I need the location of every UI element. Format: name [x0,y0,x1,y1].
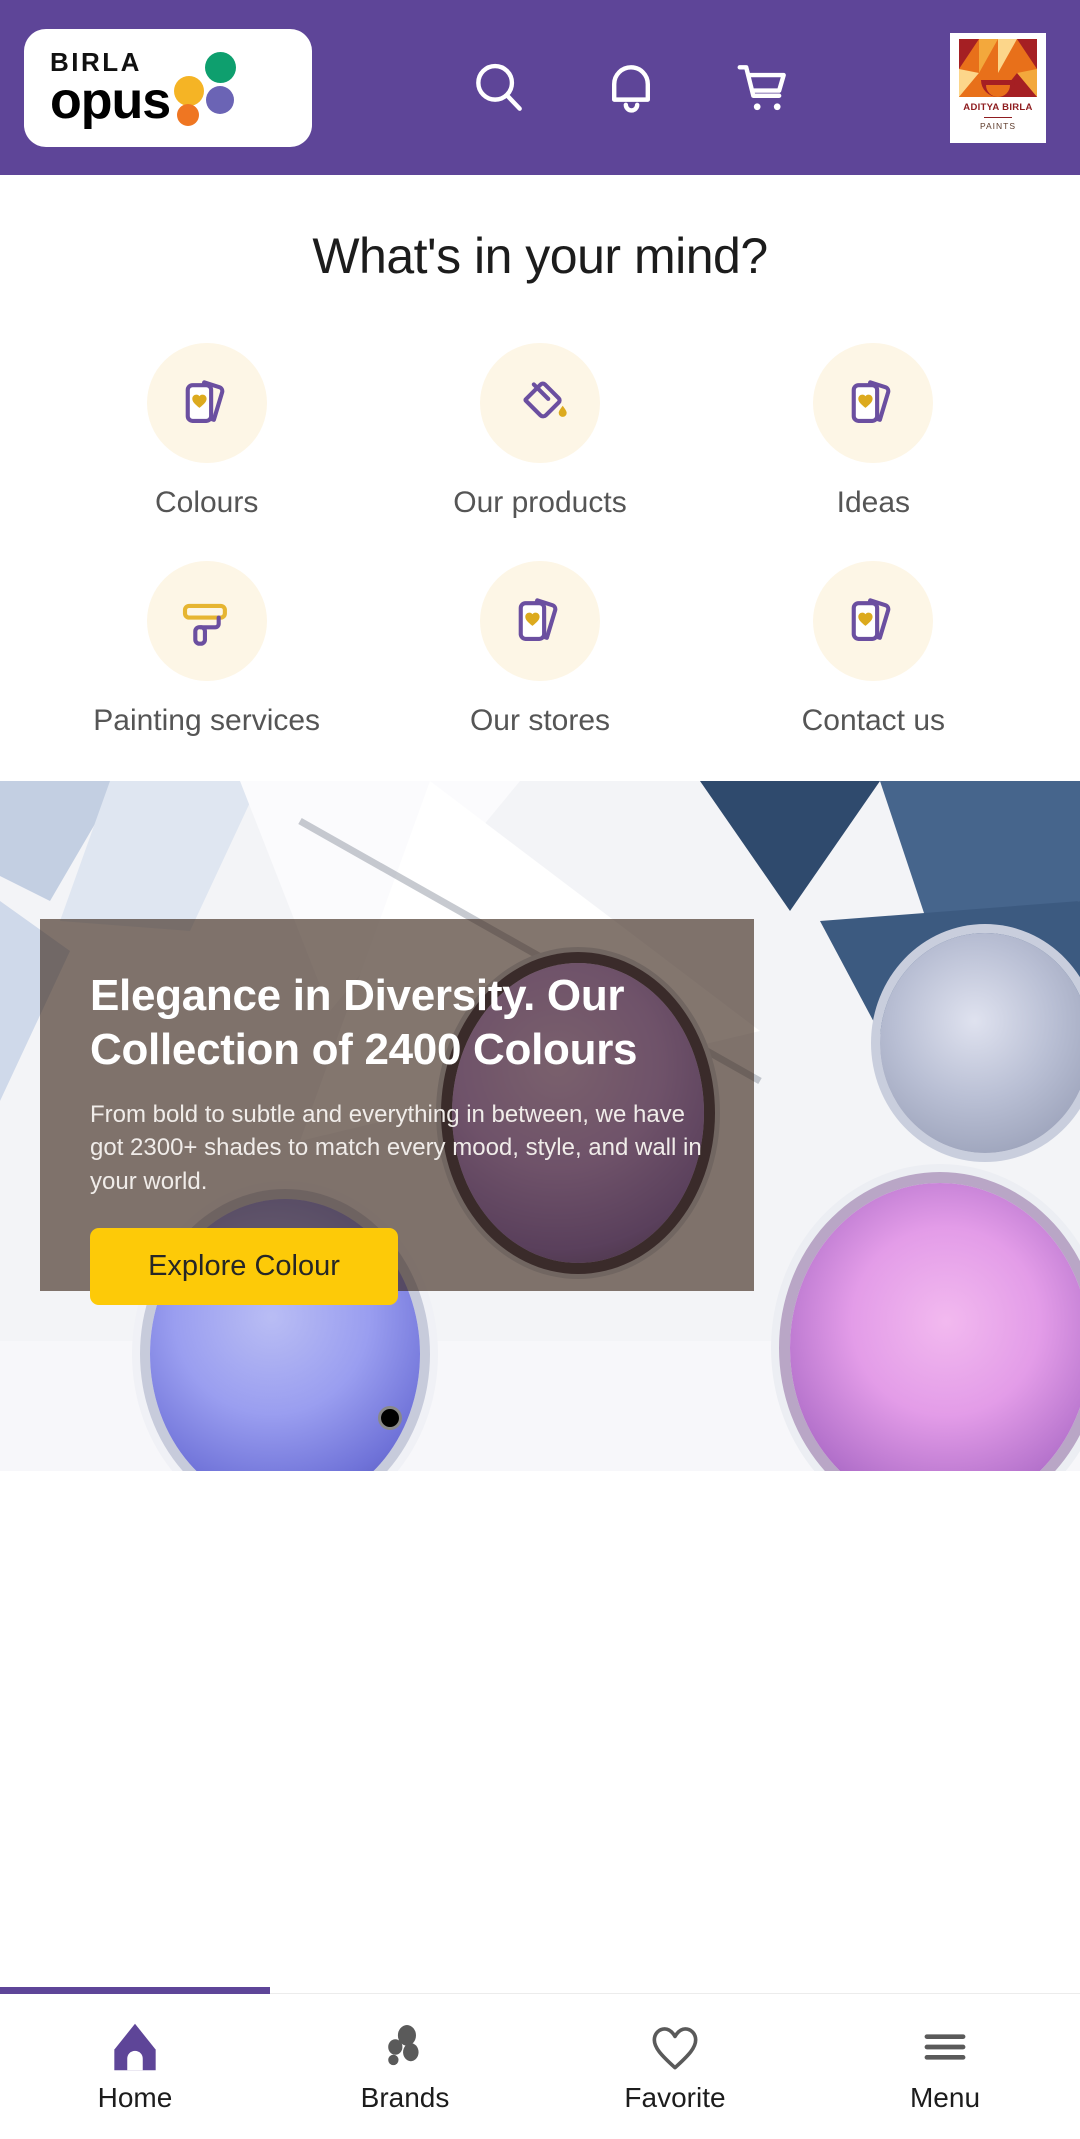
hero-banner: Elegance in Diversity. Our Collection of… [0,781,1080,1471]
logo-dot-orange [177,103,200,126]
hero-text-overlay: Elegance in Diversity. Our Collection of… [40,919,754,1305]
home-icon [104,2016,166,2078]
nav-item-home[interactable]: Home [0,1987,270,2139]
logo-opus-text: opus [50,72,171,131]
partner-name: ADITYA BIRLA [963,101,1033,113]
quick-link-ideas[interactable]: Ideas [707,343,1040,521]
hero-body-text: From bold to subtle and everything in be… [90,1101,702,1195]
hero-heading: Elegance in Diversity. Our Collection of… [90,971,638,1074]
colour-swatch-cards-icon [813,343,934,463]
quick-link-our-products[interactable]: Our products [373,343,706,521]
nav-label: Menu [909,2082,981,2113]
active-tab-indicator [0,1987,270,1994]
quick-link-label: Our products [453,486,627,519]
quick-link-label: Ideas [836,486,911,519]
content-spacer [0,1471,1080,1529]
logo-dot-green [205,51,237,83]
nav-item-menu[interactable]: Menu [810,1994,1080,2139]
nav-label: Favorite [624,2082,726,2113]
logo-dot-yellow [174,75,205,106]
quick-link-label: Painting services [93,704,321,737]
colour-swatch-cards-icon [146,343,267,463]
quick-link-label: Contact us [801,704,946,737]
search-icon[interactable] [468,57,530,119]
logo-dots-mark [174,48,237,128]
brands-dots-icon [374,2016,436,2078]
quick-link-label: Our stores [469,704,611,737]
quick-links-grid: Colours Our products Ideas Painting serv… [0,343,1080,739]
quick-links-section: What's in your mind? Colours Our product… [0,175,1080,781]
explore-colour-button[interactable]: Explore Colour [90,1227,398,1305]
quick-link-our-stores[interactable]: Our stores [373,561,706,739]
nav-item-favorite[interactable]: Favorite [540,1994,810,2139]
quick-link-contact-us[interactable]: Contact us [707,561,1040,739]
heart-icon [644,2016,706,2078]
quick-link-painting-services[interactable]: Painting services [40,561,373,739]
app-header: BIRLA opus ADITYA BIRLA PAINTS [0,0,1080,175]
colour-swatch-cards-icon [813,561,934,681]
quick-link-colours[interactable]: Colours [40,343,373,521]
colour-swatch-cards-icon [479,561,600,681]
paint-can-silver [880,933,1080,1153]
shopping-cart-icon[interactable] [732,57,794,119]
logo-dot-blue [206,85,235,114]
logo-wordmark: BIRLA opus [50,49,171,131]
aditya-birla-paints-badge: ADITYA BIRLA PAINTS [950,32,1046,143]
cursor-pointer [378,1406,402,1430]
paint-bucket-icon [479,343,600,463]
partner-subtitle: PAINTS [979,121,1017,131]
notification-bell-icon[interactable] [600,57,662,119]
quick-link-label: Colours [154,486,259,519]
header-action-icons [312,57,950,119]
page-title: What's in your mind? [312,228,768,284]
paint-roller-icon [146,561,267,681]
nav-item-brands[interactable]: Brands [270,1994,540,2139]
nav-label: Brands [360,2082,450,2113]
hamburger-menu-icon [914,2016,976,2078]
nav-label: Home [97,2082,173,2113]
birla-opus-logo[interactable]: BIRLA opus [24,28,312,147]
bottom-navigation-bar: Home Brands Favorite Menu [0,1987,1080,2139]
aditya-birla-sun-logo [959,38,1037,97]
partner-divider [984,116,1012,118]
